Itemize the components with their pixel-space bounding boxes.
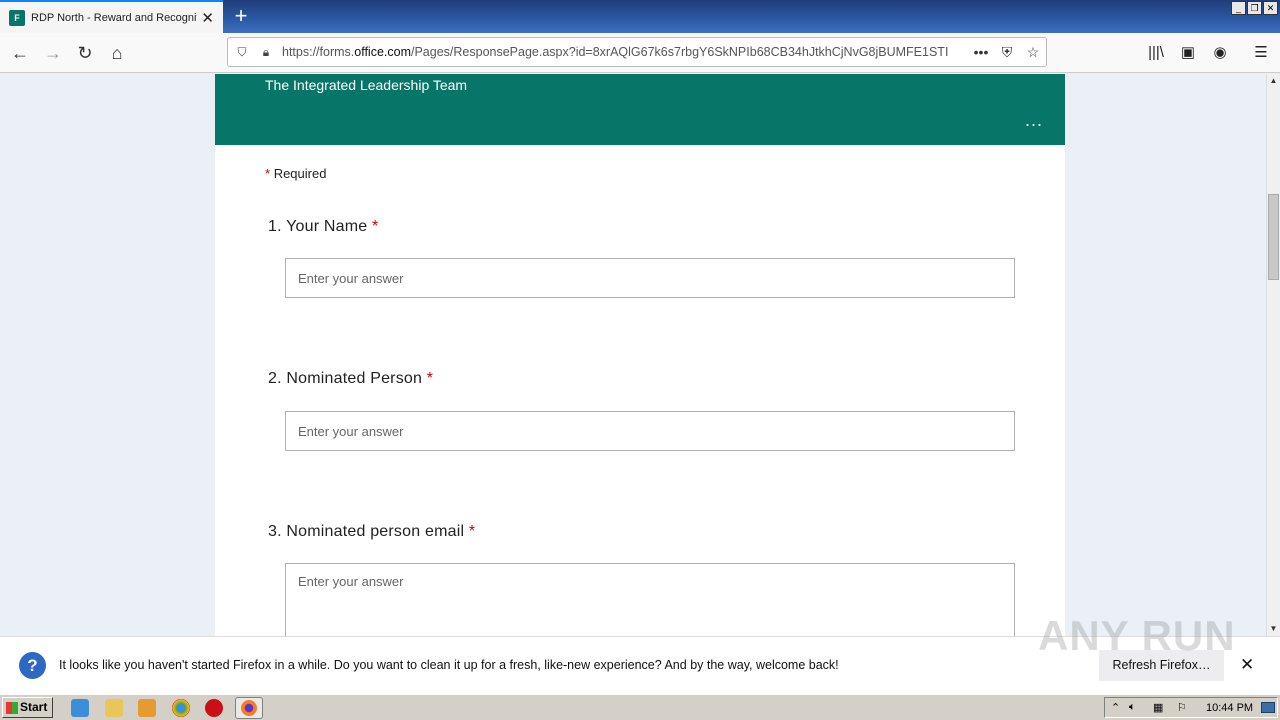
network-icon[interactable]: ▦: [1153, 701, 1163, 714]
minimize-button[interactable]: _: [1231, 1, 1246, 15]
start-label: Start: [20, 700, 48, 714]
question-1-title: 1. Your Name *: [268, 218, 378, 236]
your-name-input[interactable]: Enter your answer: [285, 258, 1015, 298]
taskbar: Start ⌃ 🔈︎ ▦ ⚐ 10:44 PM: [0, 694, 1280, 720]
library-icon[interactable]: |||\: [1145, 42, 1167, 64]
opera-icon[interactable]: [205, 699, 223, 717]
tab-title: RDP North - Reward and Recognition: [31, 11, 197, 24]
page-actions-icon[interactable]: •••: [968, 44, 994, 60]
url-bar[interactable]: ⛉ 🔒︎ https://forms.office.com/Pages/Resp…: [227, 37, 1047, 67]
required-star: *: [372, 218, 379, 235]
start-button[interactable]: Start: [2, 697, 53, 718]
required-star: *: [426, 370, 434, 387]
notification-close-icon[interactable]: ✕: [1240, 655, 1254, 675]
new-tab-button[interactable]: +: [230, 3, 252, 29]
firefox-icon: [241, 700, 257, 716]
ie-icon[interactable]: [71, 699, 89, 717]
form-header: The Integrated Leadership Team ...: [215, 74, 1065, 145]
question-2-title: 2. Nominated Person *: [268, 370, 433, 388]
required-label: Required: [273, 166, 327, 181]
explorer-icon[interactable]: [105, 699, 123, 717]
window-controls: _ ❐ ✕: [1231, 1, 1278, 15]
back-button[interactable]: ←: [8, 42, 32, 64]
show-desktop-icon[interactable]: [1261, 702, 1275, 713]
required-note: * Required: [265, 166, 326, 181]
question-label: 3. Nominated person email: [268, 523, 465, 540]
vertical-scrollbar[interactable]: ▲ ▼: [1266, 74, 1280, 636]
windows-logo-icon: [6, 702, 18, 714]
media-player-icon[interactable]: [138, 699, 156, 717]
navigation-toolbar: ← → ↻ ⌂ ⛉ 🔒︎ https://forms.office.com/Pa…: [0, 33, 1280, 73]
page-viewport: The Integrated Leadership Team ... * Req…: [0, 74, 1266, 636]
tray-expand-icon[interactable]: ⌃: [1111, 701, 1120, 714]
scroll-down-arrow-icon[interactable]: ▼: [1267, 622, 1280, 636]
close-window-button[interactable]: ✕: [1263, 1, 1278, 15]
scroll-up-arrow-icon[interactable]: ▲: [1267, 74, 1280, 88]
action-center-flag-icon[interactable]: ⚐: [1177, 701, 1187, 714]
nominated-person-input[interactable]: Enter your answer: [285, 411, 1015, 451]
form-subtitle: The Integrated Leadership Team: [265, 77, 468, 93]
tab-active[interactable]: F RDP North - Reward and Recognition ✕: [0, 0, 223, 33]
pocket-icon[interactable]: ⛨: [994, 44, 1020, 61]
question-label: 2. Nominated Person: [268, 370, 423, 387]
forward-button[interactable]: →: [41, 42, 65, 64]
clock[interactable]: 10:44 PM: [1206, 702, 1253, 714]
forms-favicon-icon: F: [9, 9, 25, 26]
chrome-icon[interactable]: [172, 699, 190, 717]
tab-close-icon[interactable]: ✕: [201, 9, 214, 27]
anyrun-watermark: ANY RUN: [1038, 612, 1236, 659]
question-label: 1. Your Name: [268, 218, 368, 235]
lock-icon[interactable]: 🔒︎: [256, 45, 276, 60]
bookmark-star-icon[interactable]: ☆: [1020, 44, 1046, 61]
required-star: *: [468, 523, 476, 540]
restore-button[interactable]: ❐: [1247, 1, 1262, 15]
system-tray: ⌃ 🔈︎ ▦ ⚐ 10:44 PM: [1104, 697, 1278, 718]
question-3-title: 3. Nominated person email *: [268, 523, 475, 541]
scroll-thumb[interactable]: [1268, 194, 1279, 280]
nominated-email-input[interactable]: Enter your answer: [285, 563, 1015, 636]
tab-strip: F RDP North - Reward and Recognition ✕ +…: [0, 0, 1280, 33]
sidebar-icon[interactable]: ▣: [1177, 42, 1199, 64]
notification-message: It looks like you haven't started Firefo…: [59, 658, 839, 672]
volume-icon[interactable]: 🔈︎: [1129, 701, 1136, 714]
url-text[interactable]: https://forms.office.com/Pages/ResponseP…: [282, 45, 968, 59]
more-options-button[interactable]: ...: [1025, 110, 1043, 131]
account-icon[interactable]: ◉: [1209, 42, 1231, 64]
firefox-taskbar-button[interactable]: [235, 697, 263, 719]
shield-icon[interactable]: ⛉: [232, 45, 252, 60]
required-star: *: [265, 166, 271, 181]
home-button[interactable]: ⌂: [105, 42, 129, 64]
question-icon: ?: [19, 652, 46, 679]
reload-button[interactable]: ↻: [73, 42, 97, 64]
menu-icon[interactable]: ☰: [1250, 42, 1272, 64]
form-card: [215, 74, 1065, 636]
